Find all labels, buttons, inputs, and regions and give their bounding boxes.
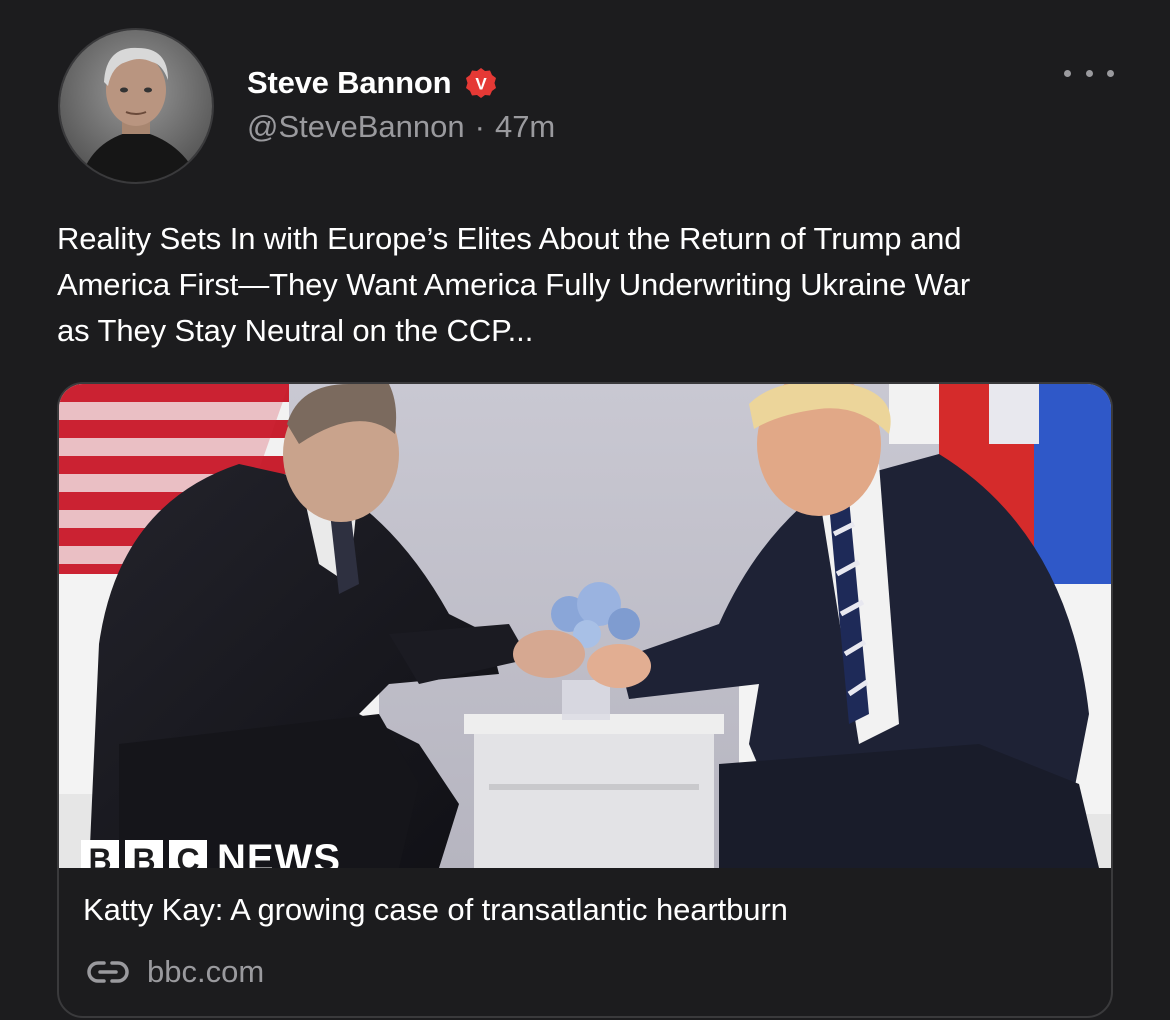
bbc-news-logo: B B C NEWS xyxy=(81,837,341,868)
avatar-image xyxy=(60,30,212,182)
post-text-line: America First—They Want America Fully Un… xyxy=(57,267,971,302)
author-name-row: Steve Bannon V xyxy=(247,62,497,104)
author-handle[interactable]: @SteveBannon xyxy=(247,109,465,145)
more-dot xyxy=(1085,69,1093,77)
verified-badge-letter: V xyxy=(476,75,488,94)
post-container: Steve Bannon V @SteveBannon · 47m Realit… xyxy=(0,0,1170,1020)
verified-v-icon: V xyxy=(465,67,497,99)
link-card-domain-row: bbc.com xyxy=(87,952,264,992)
post-text-line: as They Stay Neutral on the CCP... xyxy=(57,313,534,348)
bbc-logo-letter: C xyxy=(169,840,207,868)
post-text-line: Reality Sets In with Europe’s Elites Abo… xyxy=(57,221,962,256)
link-preview-card[interactable]: B B C NEWS Katty Kay: A growing case of … xyxy=(57,382,1113,1018)
more-options-icon[interactable] xyxy=(1064,60,1114,86)
avatar[interactable] xyxy=(58,28,214,184)
bbc-logo-letter: B xyxy=(125,840,163,868)
post-text: Reality Sets In with Europe’s Elites Abo… xyxy=(57,216,1127,354)
link-card-domain: bbc.com xyxy=(147,954,265,989)
link-card-title[interactable]: Katty Kay: A growing case of transatlant… xyxy=(83,892,788,928)
display-name[interactable]: Steve Bannon xyxy=(247,65,452,101)
author-meta-row: @SteveBannon · 47m xyxy=(247,107,555,147)
link-preview-image: B B C NEWS xyxy=(59,384,1111,868)
meta-separator: · xyxy=(474,109,485,144)
more-dot xyxy=(1107,69,1114,77)
post-timestamp[interactable]: 47m xyxy=(495,109,555,145)
more-dot xyxy=(1064,69,1071,77)
bbc-logo-letter: B xyxy=(81,840,119,868)
bbc-logo-word: NEWS xyxy=(217,837,341,868)
link-icon xyxy=(87,957,129,987)
